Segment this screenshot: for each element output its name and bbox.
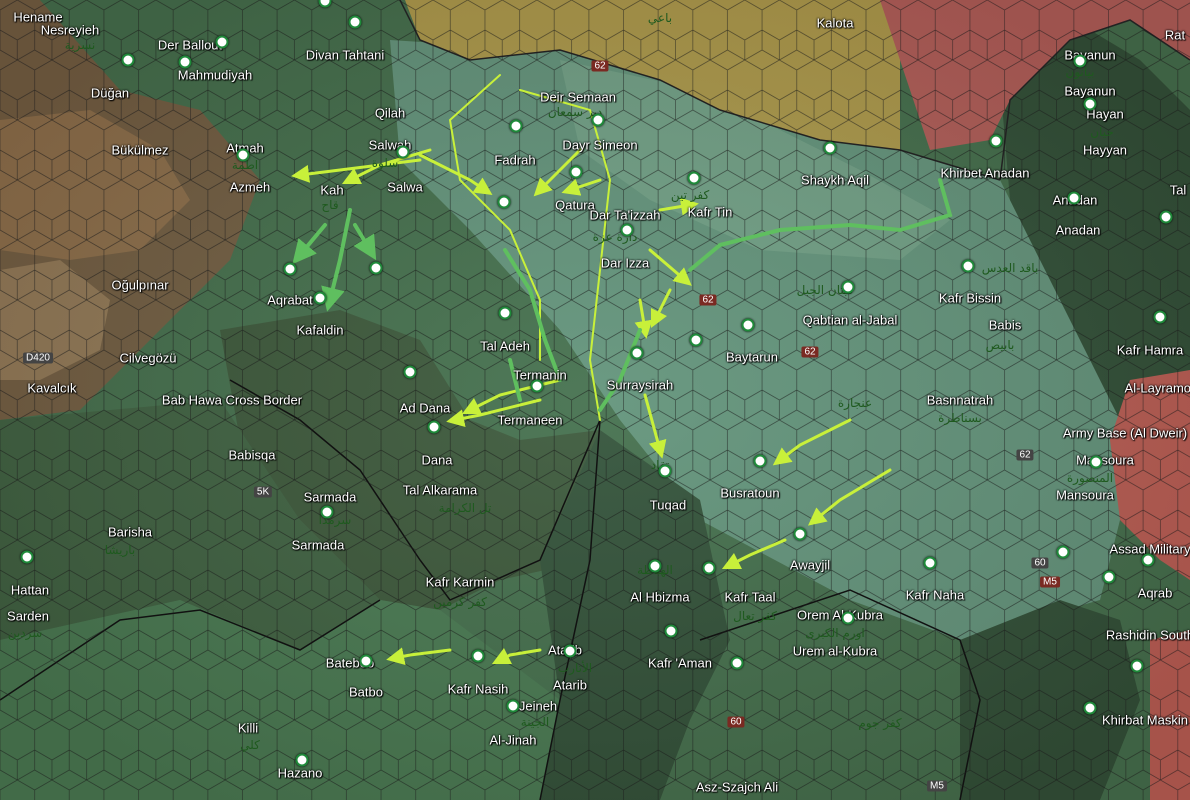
- town-marker[interactable]: [741, 318, 755, 332]
- town-marker[interactable]: [359, 654, 373, 668]
- town-marker[interactable]: [658, 464, 672, 478]
- town-marker[interactable]: [509, 119, 523, 133]
- town-marker[interactable]: [178, 55, 192, 69]
- town-marker[interactable]: [295, 753, 309, 767]
- town-marker[interactable]: [569, 165, 583, 179]
- town-marker[interactable]: [1102, 570, 1116, 584]
- town-marker[interactable]: [620, 223, 634, 237]
- town-marker[interactable]: [1073, 54, 1087, 68]
- town-marker[interactable]: [664, 624, 678, 638]
- town-marker[interactable]: [471, 649, 485, 663]
- town-marker[interactable]: [687, 171, 701, 185]
- town-marker[interactable]: [497, 195, 511, 209]
- town-marker[interactable]: [1130, 659, 1144, 673]
- town-marker[interactable]: [1067, 191, 1081, 205]
- town-marker[interactable]: [283, 262, 297, 276]
- town-marker[interactable]: [1083, 701, 1097, 715]
- town-marker[interactable]: [563, 644, 577, 658]
- town-marker[interactable]: [630, 346, 644, 360]
- town-marker[interactable]: [923, 556, 937, 570]
- town-marker[interactable]: [427, 420, 441, 434]
- town-marker[interactable]: [753, 454, 767, 468]
- town-marker[interactable]: [1089, 455, 1103, 469]
- town-marker[interactable]: [1159, 210, 1173, 224]
- town-marker[interactable]: [121, 53, 135, 67]
- town-marker[interactable]: [1141, 553, 1155, 567]
- town-marker[interactable]: [498, 306, 512, 320]
- town-marker[interactable]: [961, 259, 975, 273]
- town-marker[interactable]: [1056, 545, 1070, 559]
- town-marker[interactable]: [530, 379, 544, 393]
- town-marker[interactable]: [396, 145, 410, 159]
- town-marker[interactable]: [313, 291, 327, 305]
- town-marker[interactable]: [648, 559, 662, 573]
- town-marker[interactable]: [689, 333, 703, 347]
- town-marker[interactable]: [591, 113, 605, 127]
- town-marker[interactable]: [20, 550, 34, 564]
- town-marker[interactable]: [841, 611, 855, 625]
- town-marker[interactable]: [1083, 97, 1097, 111]
- town-marker[interactable]: [506, 699, 520, 713]
- town-marker[interactable]: [823, 141, 837, 155]
- town-marker[interactable]: [793, 527, 807, 541]
- town-marker[interactable]: [702, 561, 716, 575]
- town-marker[interactable]: [369, 261, 383, 275]
- town-marker[interactable]: [841, 280, 855, 294]
- town-marker[interactable]: [730, 656, 744, 670]
- map-view[interactable]: Hename Nesreyieh Der Ballout Mahmudiyah Diva…: [0, 0, 1190, 800]
- town-marker[interactable]: [236, 148, 250, 162]
- town-marker[interactable]: [1153, 310, 1167, 324]
- town-marker[interactable]: [348, 15, 362, 29]
- town-marker[interactable]: [403, 365, 417, 379]
- town-marker[interactable]: [989, 134, 1003, 148]
- town-marker[interactable]: [320, 505, 334, 519]
- town-marker[interactable]: [215, 35, 229, 49]
